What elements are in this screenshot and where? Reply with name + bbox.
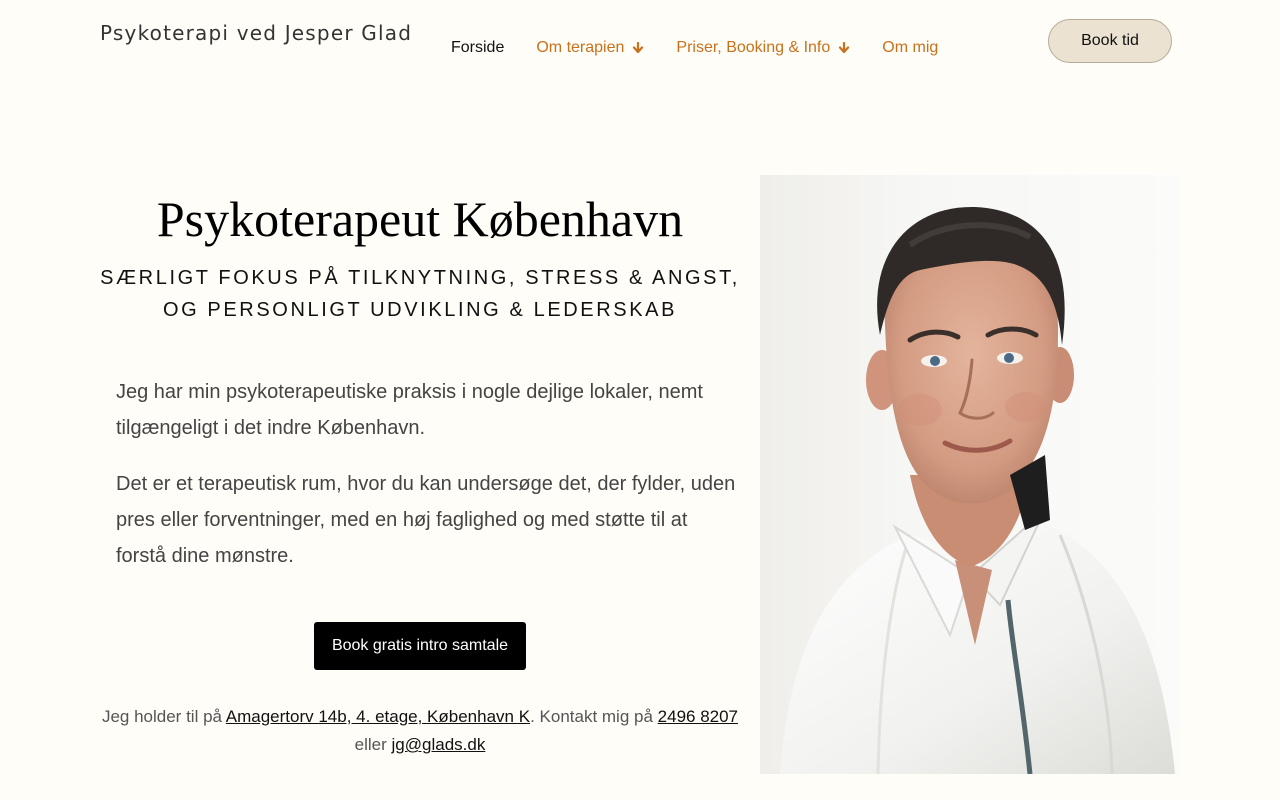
contact-prefix: Jeg holder til på — [101, 707, 226, 726]
phone-link[interactable]: 2496 8207 — [658, 707, 738, 726]
arrow-down-icon — [633, 42, 644, 54]
email-link[interactable]: jg@glads.dk — [392, 735, 486, 754]
hero-subtitle: SÆRLIGT FOKUS PÅ TILKNYTNING, STRESS & A… — [100, 262, 740, 326]
contact-info: Jeg holder til på Amagertorv 14b, 4. eta… — [100, 703, 740, 759]
contact-middle: . Kontakt mig på — [530, 707, 658, 726]
page-title: Psykoterapeut København — [156, 191, 684, 247]
nav-item-label: Om mig — [882, 39, 939, 56]
address-link[interactable]: Amagertorv 14b, 4. etage, København K — [226, 707, 530, 726]
hero-subtitle-line1: SÆRLIGT FOKUS PÅ TILKNYTNING, STRESS & A… — [100, 267, 740, 289]
site-title[interactable]: Psykoterapi ved Jesper Glad — [100, 21, 412, 45]
contact-or: eller — [354, 735, 392, 754]
nav-item-label: Forside — [451, 39, 505, 56]
nav-item-om-terapien[interactable]: Om terapien — [536, 39, 644, 57]
main-nav: Forside Om terapien Priser, Booking & In… — [451, 39, 938, 57]
portrait-photo — [760, 175, 1180, 774]
nav-item-om-mig[interactable]: Om mig — [882, 39, 938, 57]
nav-item-label: Om terapien — [536, 39, 625, 56]
book-intro-button[interactable]: Book gratis intro samtale — [314, 622, 526, 670]
book-tid-button[interactable]: Book tid — [1048, 19, 1172, 63]
portrait-illustration — [780, 206, 1175, 774]
intro-paragraph: Jeg har min psykoterapeutiske praksis i … — [116, 381, 703, 439]
nav-item-priser-booking-info[interactable]: Priser, Booking & Info — [676, 39, 850, 57]
description-paragraph: Det er et terapeutisk rum, hvor du kan u… — [116, 473, 736, 567]
hero-subtitle-line2: OG PERSONLIGT UDVIKLING & LEDERSKAB — [162, 299, 678, 321]
nav-item-label: Priser, Booking & Info — [676, 39, 831, 56]
arrow-down-icon — [839, 42, 850, 54]
nav-item-forside[interactable]: Forside — [451, 39, 504, 57]
